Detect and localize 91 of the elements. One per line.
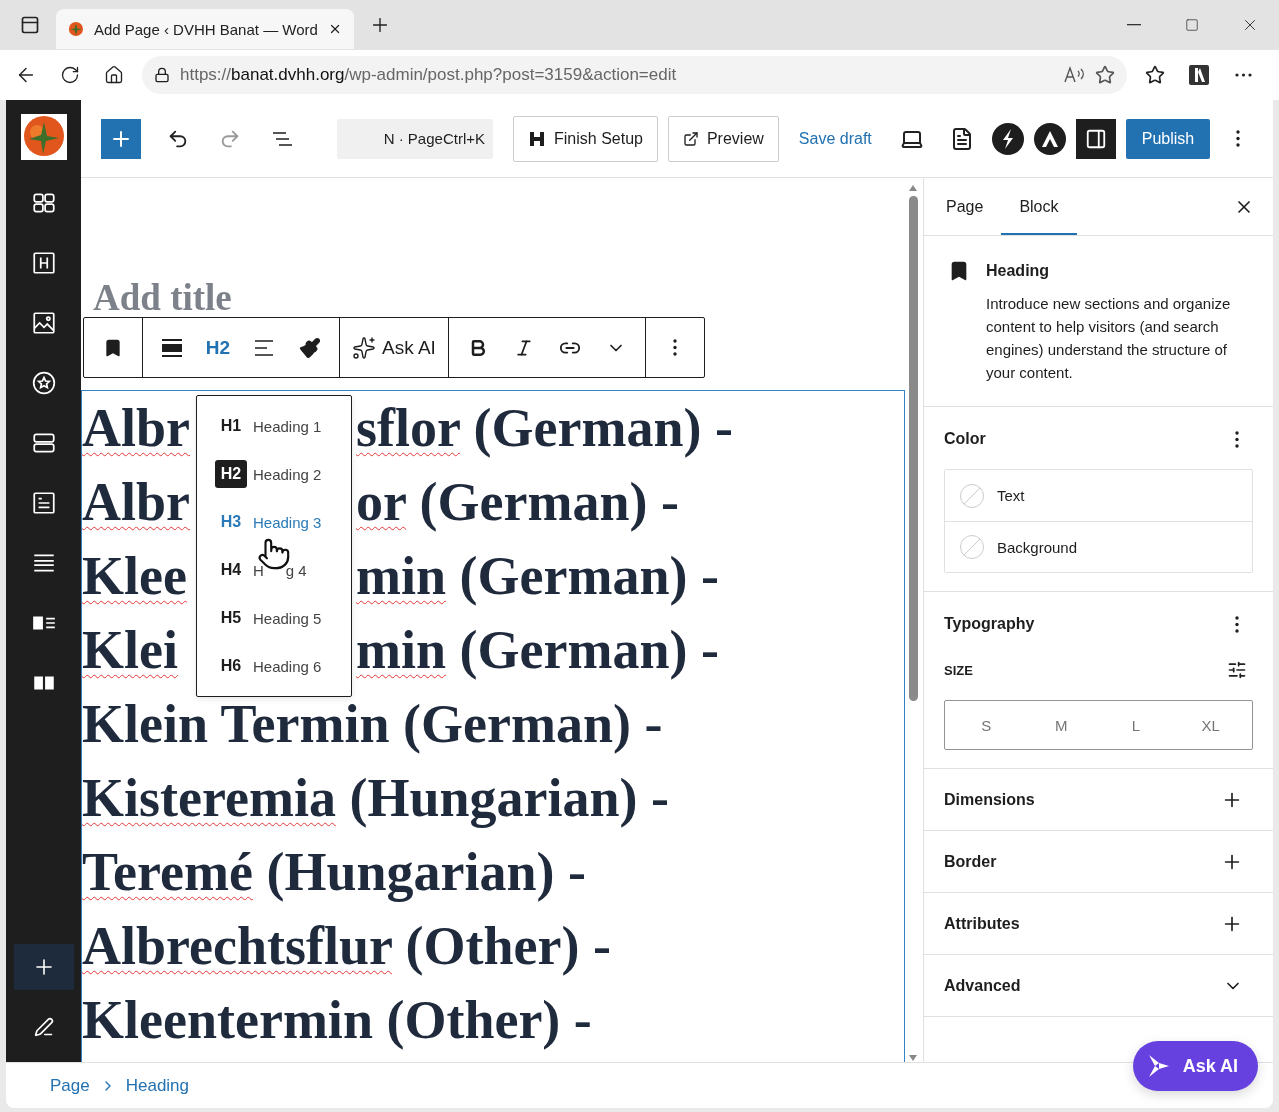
heading-level-button[interactable]: H2 (195, 324, 241, 371)
heading-tag: H3 (215, 508, 247, 536)
maximize-icon (1185, 18, 1199, 32)
kebab-icon (1235, 615, 1239, 633)
title-field[interactable]: Add title (93, 276, 905, 320)
section-title: Color (944, 430, 986, 448)
bookmark-icon (103, 337, 123, 358)
kebab-icon (672, 339, 677, 356)
read-aloud-icon (1063, 65, 1085, 85)
pen-icon (33, 1017, 54, 1037)
heading-text: min (German) - (356, 545, 719, 608)
home-icon (104, 65, 124, 85)
grid-icon (30, 190, 57, 216)
size-label: SIZE (944, 662, 973, 678)
heading-level-option[interactable]: H2 Heading 2 (197, 450, 351, 498)
favorite-star-icon[interactable] (1095, 65, 1115, 85)
size-option[interactable]: L (1098, 701, 1174, 749)
stack-icon (30, 430, 57, 456)
sidebar-icon (1084, 127, 1107, 150)
heading-text: or (German) - (356, 471, 679, 534)
empty-swatch-icon (959, 534, 985, 560)
section-title: Typography (944, 615, 1035, 633)
a-logo-icon[interactable] (1033, 122, 1066, 155)
publish-button[interactable]: Publish (1125, 118, 1211, 159)
heading-level-option[interactable]: H5 Heading 5 (197, 594, 351, 642)
heading-text: Teremé (Hungarian) - (82, 841, 586, 904)
heading-text: Klee (82, 546, 187, 606)
lock-icon (154, 67, 170, 83)
preview-button[interactable]: Preview (667, 115, 779, 162)
heading-tag: H4 (215, 556, 247, 584)
heading-level-option[interactable]: H6 Heading 6 (197, 642, 351, 690)
settings-tab[interactable]: Page (928, 178, 1002, 235)
heading-text: Albr (82, 472, 190, 532)
heading-text: Albrechtsflur (Other) - (82, 915, 611, 978)
heading-icon (30, 250, 57, 276)
kebab-icon (1236, 130, 1241, 147)
brush-icon (299, 336, 321, 359)
heading-tag: H1 (215, 412, 247, 440)
add-block-button[interactable] (101, 118, 141, 159)
external-link-icon (682, 130, 699, 147)
extension-icon (1188, 64, 1210, 86)
kebab-icon (1235, 430, 1239, 448)
size-option[interactable]: XL (1173, 701, 1248, 749)
reload-icon (60, 65, 80, 85)
heading-tag: H2 (215, 460, 247, 488)
settings-sidebar-toggle[interactable] (1075, 118, 1116, 159)
finish-setup-button[interactable]: Finish Setup (513, 115, 658, 162)
size-option[interactable]: M (1023, 701, 1099, 749)
heading-level-option[interactable]: H4 H g 4 (197, 546, 351, 594)
site-favicon (68, 20, 84, 38)
tab-title: Add Page ‹ DVHH Banat — Word (93, 20, 318, 38)
add-block-button[interactable] (13, 944, 74, 990)
settings-tab[interactable]: Block (1001, 178, 1077, 235)
heading-text: Klei (82, 620, 178, 680)
star-list-icon (1145, 65, 1165, 85)
sliders-icon (1227, 660, 1247, 680)
block-description: Introduce new sections and organize content to help visitors (and search engines) understand the structure of your content. (986, 294, 1232, 383)
heading-text: Kisteremia (Hungarian) - (82, 767, 669, 830)
scroll-down-icon (908, 1054, 918, 1062)
h-logo-icon (528, 129, 546, 148)
heading-tag: H6 (215, 652, 247, 680)
url-text: https://banat.dvhh.org/wp-admin/post.php?post=3159&action=edit (180, 65, 678, 85)
color-option[interactable]: Background (945, 521, 1252, 572)
address-bar[interactable]: https://banat.dvhh.org/wp-admin/post.php?post=3159&action=edit (142, 56, 1127, 94)
block-name: Heading (986, 262, 1051, 280)
heading-text: Albr (82, 398, 190, 458)
card-icon (30, 490, 57, 516)
size-option[interactable]: S (949, 701, 1024, 749)
heading-level-option[interactable]: H3 Heading 3 (197, 498, 351, 546)
heading-text: Klein Termin (German) - (82, 693, 663, 756)
heading-text: Kleentermin (Other) - (82, 989, 592, 1052)
image-icon (30, 310, 57, 336)
window-icon (20, 15, 40, 35)
sparkles-icon (352, 335, 376, 360)
heading-level-option[interactable]: H1 Heading 1 (197, 402, 351, 450)
more-icon (1234, 73, 1252, 77)
site-logo (20, 114, 67, 160)
command-search-field[interactable]: N · PageCtrl+K (337, 118, 493, 159)
heading-text: min (German) - (356, 619, 719, 682)
align-full-icon (161, 336, 183, 359)
heading-text: sflor (German) - (356, 397, 733, 460)
empty-swatch-icon (959, 482, 985, 509)
breadcrumb-link[interactable]: Page (44, 1075, 96, 1096)
breadcrumb-link[interactable]: Heading (119, 1075, 196, 1096)
heading-tag: H5 (215, 604, 247, 632)
minimize-icon (1127, 24, 1141, 26)
ask-ai-button[interactable]: Ask AI (346, 324, 442, 371)
scroll-up-icon (908, 184, 918, 192)
ask-ai-button[interactable]: Ask AI (1132, 1041, 1258, 1091)
browser-tab[interactable]: Add Page ‹ DVHH Banat — Word (56, 9, 354, 49)
save-draft-link[interactable]: Save draft (788, 129, 882, 148)
